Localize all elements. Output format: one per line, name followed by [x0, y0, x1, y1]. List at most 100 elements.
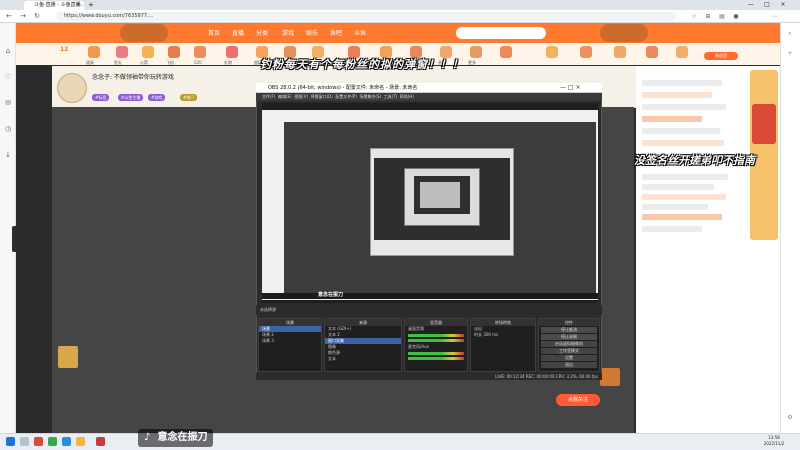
search-icon[interactable] [20, 437, 29, 446]
history-icon[interactable]: ◷ [3, 124, 13, 134]
gift-icon[interactable] [580, 46, 592, 58]
plus-icon[interactable]: + [786, 50, 794, 58]
back-icon[interactable]: ← [4, 12, 14, 21]
nav-home[interactable]: 首页 [208, 28, 220, 37]
preview-capture-layer [420, 182, 460, 208]
activity-card[interactable] [58, 346, 78, 368]
volume-slider[interactable] [408, 339, 464, 342]
nav-live[interactable]: 直播 [232, 28, 244, 37]
obs-menu-edit[interactable]: 编辑(E) [278, 94, 292, 99]
minimize-button[interactable]: — [744, 0, 758, 10]
start-icon[interactable] [6, 437, 15, 446]
chat-message [642, 140, 724, 146]
folder-icon[interactable] [76, 437, 85, 446]
source-item[interactable]: 文本 [325, 356, 401, 362]
header-avatar-badge [120, 24, 168, 42]
scene-item[interactable]: 场景 3 [259, 338, 321, 344]
gift-icon[interactable] [614, 46, 626, 58]
promo-banner-art [752, 104, 776, 144]
heart-icon[interactable]: ♡ [3, 72, 13, 82]
url-input[interactable]: https://www.douyu.com/7635977.... [56, 12, 676, 21]
mixer-channel-label: 麦克风/Aux [408, 344, 429, 349]
refresh-icon[interactable]: ↻ [32, 12, 42, 21]
site-search-input[interactable] [456, 27, 546, 39]
gift-icon[interactable] [546, 46, 558, 58]
maximize-button[interactable]: □ [760, 0, 774, 10]
stop-recording-button[interactable]: 停止录制 [541, 334, 597, 340]
nav-douyu[interactable]: 斗鱼 [354, 28, 366, 37]
gift-icon[interactable] [470, 46, 482, 58]
browser-tab[interactable]: 斗鱼·直播 - 斗鱼直播... [24, 1, 84, 10]
gift-icon[interactable] [88, 46, 100, 58]
obs-menu-docks[interactable]: 停靠窗口(D) [311, 94, 333, 99]
obs-menu-help[interactable]: 帮助(H) [400, 94, 414, 99]
download-icon[interactable]: ↓ [3, 150, 13, 160]
obs-sources-dock: 来源 文本 (GDI+) 文本 2 窗口采集 图像 颜色源 文本 [324, 318, 402, 372]
new-tab-button[interactable]: + [88, 0, 94, 10]
watermark-text: 意念在振刀 [157, 432, 208, 443]
preview-watermark: 意念在振刀 [318, 292, 344, 298]
volume-slider[interactable] [408, 357, 464, 360]
fans-club-button[interactable]: 粉丝团 [704, 52, 738, 60]
star-icon[interactable]: ☆ [690, 12, 698, 21]
room-tag[interactable]: #标签 [92, 94, 110, 101]
obs-transitions-dock: 转场特效 淡出 时长 300 ms [470, 318, 536, 372]
gift-icon[interactable] [676, 46, 688, 58]
exit-button[interactable]: 退出 [541, 362, 597, 368]
forward-icon[interactable]: → [18, 12, 28, 21]
obs-source-toolbar: 未选择源 [256, 305, 602, 315]
extensions-icon[interactable]: ⊞ [704, 12, 712, 21]
nav-fishbar[interactable]: 鱼吧 [330, 28, 342, 37]
obs-window-controls[interactable]: — □ × [560, 83, 581, 93]
obs-menu-profile[interactable]: 配置文件(P) [335, 94, 357, 99]
obs-scenes-dock: 场景 场景 场景 2 场景 3 [258, 318, 322, 372]
taskbar-clock[interactable]: 13:58 2022/11/2 [756, 435, 792, 447]
room-tag[interactable]: #游戏 [148, 94, 166, 101]
stop-streaming-button[interactable]: 停止推流 [541, 327, 597, 333]
more-icon[interactable]: ⋯ [770, 12, 778, 21]
collections-icon[interactable]: ▤ [718, 12, 726, 21]
streamer-avatar[interactable] [57, 73, 87, 103]
transition-duration[interactable]: 时长 300 ms [471, 332, 535, 338]
gift-icon[interactable] [142, 46, 154, 58]
dock-title: 混音器 [405, 319, 467, 326]
browser-icon[interactable] [62, 437, 71, 446]
gift-icon[interactable] [116, 46, 128, 58]
app-icon[interactable] [34, 437, 43, 446]
obs-menu-file[interactable]: 文件(F) [262, 94, 275, 99]
obs-menu-view[interactable]: 视图(V) [294, 94, 308, 99]
gift-icon[interactable] [226, 46, 238, 58]
obs-menu-bar[interactable]: 文件(F) 编辑(E) 视图(V) 停靠窗口(D) 配置文件(P) 场景集合(S… [256, 93, 602, 101]
settings-icon[interactable]: ⚙ [786, 414, 794, 422]
windows-taskbar [0, 433, 800, 450]
chat-message [642, 214, 722, 220]
home-icon[interactable]: ⌂ [3, 46, 13, 56]
close-window-button[interactable]: × [776, 0, 790, 10]
obs-menu-tools[interactable]: 工具(T) [384, 94, 398, 99]
studio-mode-button[interactable]: 工作室模式 [541, 348, 597, 354]
settings-button[interactable]: 设置 [541, 355, 597, 361]
chat-message [642, 116, 702, 122]
dock-title: 场景 [259, 319, 321, 326]
room-tag[interactable]: #斗鱼主播 [118, 94, 144, 101]
nav-entertainment[interactable]: 娱乐 [306, 28, 318, 37]
chat-icon[interactable]: ✉ [3, 98, 13, 108]
follow-button[interactable]: 点我关注 [556, 394, 600, 406]
room-tag[interactable]: #热门 [180, 94, 198, 101]
virtual-camera-button[interactable]: 启动虚拟摄像机 [541, 341, 597, 347]
activity-card[interactable] [600, 368, 620, 386]
obs-menu-scene-collection[interactable]: 场景集合(S) [359, 94, 381, 99]
app-icon[interactable] [96, 437, 105, 446]
gift-icon[interactable] [194, 46, 206, 58]
close-tab-icon[interactable]: × [76, 1, 80, 10]
gift-icon[interactable] [646, 46, 658, 58]
profile-icon[interactable]: ● [732, 12, 740, 21]
gift-icon[interactable] [500, 46, 512, 58]
gift-icon[interactable] [168, 46, 180, 58]
nav-category[interactable]: 分类 [256, 28, 268, 37]
nav-games[interactable]: 游戏 [282, 28, 294, 37]
preview-taskbar [262, 293, 598, 299]
search-icon[interactable]: ⌕ [786, 30, 794, 38]
caption-overlay-top: 钓粉每天有个每粉丝的拟的弹窗！！！ [260, 58, 464, 71]
app-icon[interactable] [48, 437, 57, 446]
